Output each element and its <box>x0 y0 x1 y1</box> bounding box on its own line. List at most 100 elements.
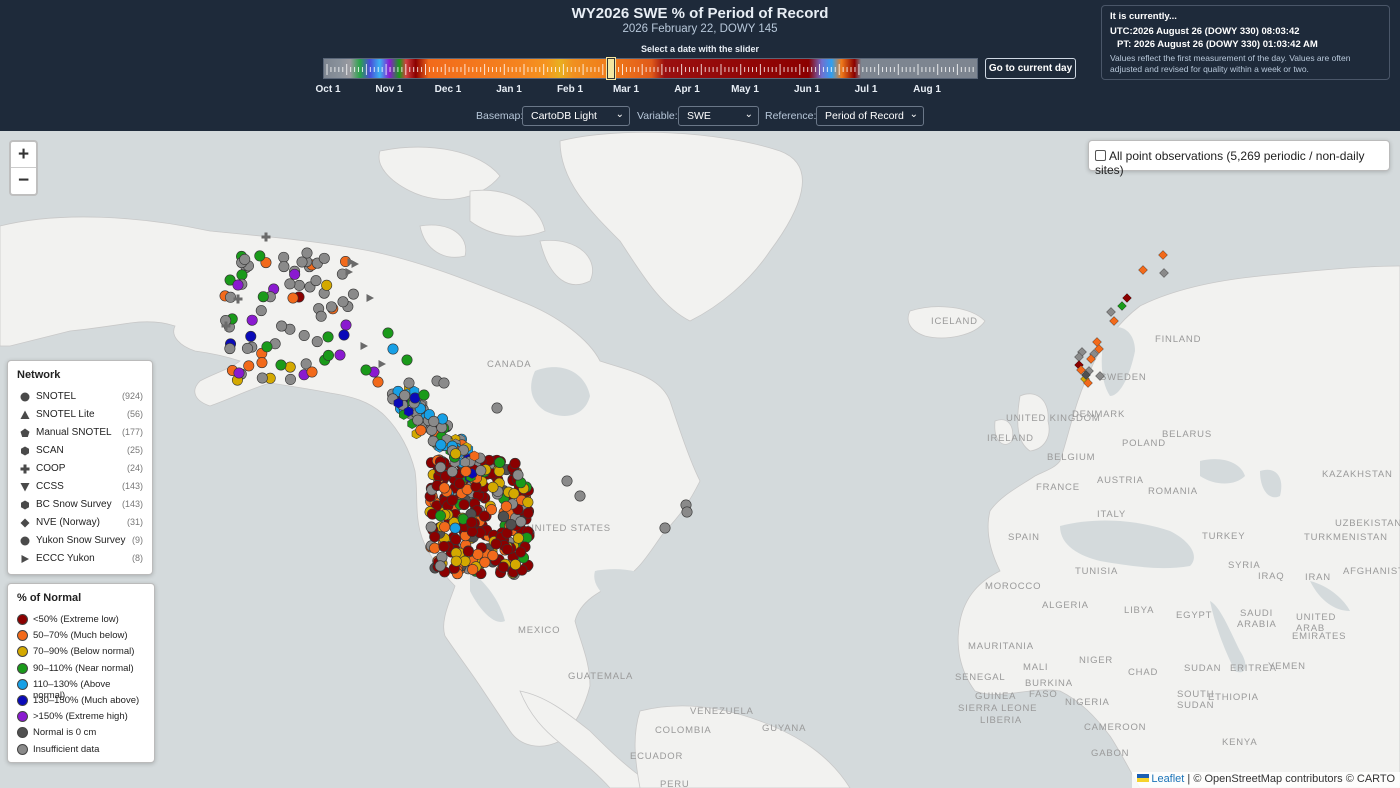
station-marker[interactable] <box>224 343 236 355</box>
station-marker[interactable] <box>418 389 430 401</box>
station-marker[interactable] <box>479 556 491 568</box>
station-marker[interactable] <box>491 402 503 414</box>
station-marker[interactable] <box>241 342 253 354</box>
station-marker[interactable] <box>293 279 305 291</box>
station-marker[interactable] <box>278 261 290 273</box>
station-marker[interactable] <box>509 458 521 470</box>
all-observations-toggle[interactable]: All point observations (5,269 periodic /… <box>1088 140 1390 177</box>
station-marker[interactable] <box>255 305 267 317</box>
station-marker[interactable] <box>466 526 478 538</box>
station-marker[interactable] <box>561 475 573 487</box>
coop-station-marker[interactable] <box>261 232 271 242</box>
station-marker[interactable] <box>450 555 462 567</box>
station-marker[interactable] <box>659 522 671 534</box>
station-marker[interactable] <box>681 506 693 518</box>
station-marker[interactable] <box>515 516 527 528</box>
station-marker[interactable] <box>438 482 450 494</box>
station-marker[interactable] <box>472 548 484 560</box>
station-marker[interactable] <box>501 543 513 555</box>
station-marker[interactable] <box>372 376 384 388</box>
bc-station-marker[interactable] <box>469 450 480 462</box>
station-marker[interactable] <box>403 377 415 389</box>
station-marker[interactable] <box>275 359 287 371</box>
nve-station-marker[interactable] <box>1106 307 1116 317</box>
station-marker[interactable] <box>434 510 446 522</box>
station-marker[interactable] <box>574 490 586 502</box>
bc-station-marker[interactable] <box>403 406 414 417</box>
station-marker[interactable] <box>387 343 399 355</box>
station-marker[interactable] <box>306 366 318 378</box>
station-marker[interactable] <box>429 542 441 554</box>
station-marker[interactable] <box>325 301 337 313</box>
reference-select[interactable]: Period of Record ⌄ <box>816 106 924 126</box>
station-marker[interactable] <box>347 288 359 300</box>
station-marker[interactable] <box>446 466 458 478</box>
station-marker[interactable] <box>449 522 461 534</box>
station-marker[interactable] <box>382 327 394 339</box>
station-marker[interactable] <box>510 559 522 571</box>
station-marker[interactable] <box>467 563 479 575</box>
station-marker[interactable] <box>487 481 499 493</box>
map-view[interactable]: CANADA UNITED STATES MEXICO GUATEMALA VE… <box>0 131 1400 788</box>
station-marker[interactable] <box>284 278 296 290</box>
station-marker[interactable] <box>425 521 437 533</box>
all-observations-checkbox[interactable] <box>1095 150 1106 161</box>
station-marker[interactable] <box>322 331 334 343</box>
station-marker[interactable] <box>256 372 268 384</box>
station-marker[interactable] <box>236 269 248 281</box>
station-marker[interactable] <box>321 279 333 291</box>
station-marker[interactable] <box>497 561 509 573</box>
station-marker[interactable] <box>438 540 450 552</box>
station-marker[interactable] <box>522 507 534 519</box>
station-marker[interactable] <box>439 521 451 533</box>
eccc-station-marker[interactable] <box>366 294 375 302</box>
station-marker[interactable] <box>466 516 478 528</box>
variable-select[interactable]: SWE ⌄ <box>678 106 759 126</box>
station-marker[interactable] <box>257 291 269 303</box>
station-marker[interactable] <box>245 330 257 342</box>
station-marker[interactable] <box>412 414 424 426</box>
station-marker[interactable] <box>278 251 290 263</box>
station-marker[interactable] <box>500 500 512 512</box>
nve-station-marker[interactable] <box>1159 268 1169 278</box>
station-marker[interactable] <box>338 329 350 341</box>
station-marker[interactable] <box>337 296 349 308</box>
station-marker[interactable] <box>498 511 510 523</box>
station-marker[interactable] <box>460 465 472 477</box>
station-marker[interactable] <box>399 389 411 401</box>
nve-station-marker[interactable] <box>1138 265 1148 275</box>
station-marker[interactable] <box>429 531 441 543</box>
station-marker[interactable] <box>505 518 517 530</box>
station-marker[interactable] <box>296 256 308 268</box>
station-marker[interactable] <box>450 533 462 545</box>
station-marker[interactable] <box>340 319 352 331</box>
station-marker[interactable] <box>233 367 245 379</box>
station-marker[interactable] <box>435 439 447 451</box>
bc-station-marker[interactable] <box>393 397 404 409</box>
station-marker[interactable] <box>311 336 323 348</box>
leaflet-link[interactable]: Leaflet <box>1151 773 1184 785</box>
station-marker[interactable] <box>458 499 470 511</box>
nve-station-marker[interactable] <box>1095 371 1105 381</box>
station-marker[interactable] <box>438 377 450 389</box>
station-marker[interactable] <box>318 252 330 264</box>
date-slider-track[interactable] <box>323 58 978 79</box>
station-marker[interactable] <box>246 314 258 326</box>
station-marker[interactable] <box>454 478 466 490</box>
station-marker[interactable] <box>434 560 446 572</box>
nve-station-marker[interactable] <box>1109 316 1119 326</box>
station-marker[interactable] <box>435 461 447 473</box>
zoom-in-button[interactable]: + <box>11 142 36 168</box>
station-marker[interactable] <box>401 354 413 366</box>
station-marker[interactable] <box>284 373 296 385</box>
station-marker[interactable] <box>428 415 440 427</box>
eccc-station-marker[interactable] <box>360 342 369 350</box>
basemap-select[interactable]: CartoDB Light ⌄ <box>522 106 630 126</box>
nve-station-marker[interactable] <box>1117 301 1127 311</box>
nve-station-marker[interactable] <box>1092 337 1102 347</box>
station-marker[interactable] <box>494 456 506 468</box>
station-marker[interactable] <box>310 275 322 287</box>
station-marker[interactable] <box>256 357 268 369</box>
station-marker[interactable] <box>254 250 266 262</box>
station-marker[interactable] <box>276 320 288 332</box>
